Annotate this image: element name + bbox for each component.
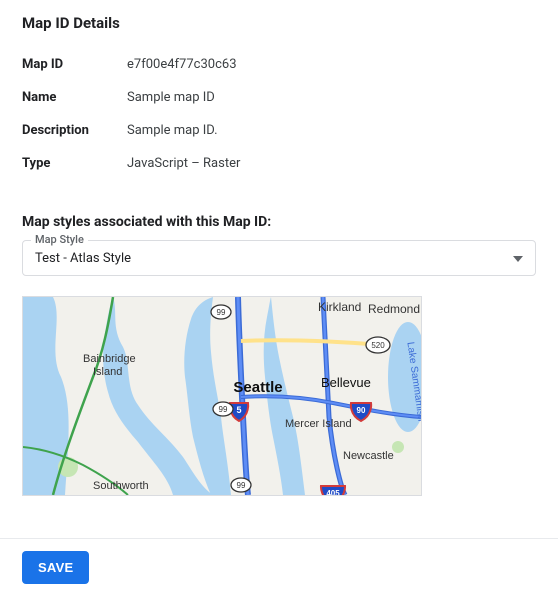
svg-text:520: 520 — [371, 341, 385, 350]
detail-value: JavaScript – Raster — [127, 147, 536, 180]
detail-label: Description — [22, 114, 127, 147]
detail-label: Map ID — [22, 48, 127, 81]
map-style-select[interactable]: Test - Atlas Style — [22, 240, 536, 276]
map-style-field-label: Map Style — [31, 233, 88, 246]
map-label-redmond: Redmond — [368, 302, 420, 316]
map-label-newcastle: Newcastle — [343, 450, 394, 462]
svg-text:99: 99 — [219, 405, 228, 414]
table-row: Map ID e7f00e4f77c30c63 — [22, 48, 536, 81]
svg-text:405: 405 — [326, 489, 340, 495]
svg-text:5: 5 — [236, 405, 241, 415]
shield-i405-icon: 405 — [321, 486, 345, 495]
footer-bar: SAVE — [0, 538, 558, 596]
map-style-selected-value: Test - Atlas Style — [35, 251, 131, 266]
map-label-kirkland: Kirkland — [318, 300, 361, 314]
map-preview: Seattle Bellevue Kirkland Redmond Mercer… — [22, 296, 422, 496]
detail-value: Sample map ID — [127, 81, 536, 114]
table-row: Name Sample map ID — [22, 81, 536, 114]
detail-value: Sample map ID. — [127, 114, 536, 147]
map-label-bainbridge-1: Bainbridge — [83, 353, 136, 365]
shield-sr520-icon: 520 — [366, 337, 390, 353]
map-label-bainbridge-2: Island — [93, 366, 122, 378]
save-button[interactable]: SAVE — [22, 551, 89, 584]
map-label-mercer: Mercer Island — [285, 418, 352, 430]
map-label-seattle: Seattle — [233, 379, 282, 396]
detail-value: e7f00e4f77c30c63 — [127, 48, 536, 81]
table-row: Description Sample map ID. — [22, 114, 536, 147]
shield-sr99-icon: 99 — [211, 305, 231, 319]
table-row: Type JavaScript – Raster — [22, 147, 536, 180]
details-table: Map ID e7f00e4f77c30c63 Name Sample map … — [22, 48, 536, 180]
svg-text:99: 99 — [217, 308, 226, 317]
styles-heading: Map styles associated with this Map ID: — [22, 214, 536, 230]
svg-text:90: 90 — [357, 406, 366, 415]
chevron-down-icon — [513, 251, 523, 266]
svg-text:99: 99 — [237, 481, 246, 490]
shield-sr99b-icon: 99 — [213, 402, 233, 416]
detail-label: Name — [22, 81, 127, 114]
shield-sr99c-icon: 99 — [231, 478, 251, 492]
page-title: Map ID Details — [22, 14, 536, 32]
map-label-southworth: Southworth — [93, 480, 149, 492]
detail-label: Type — [22, 147, 127, 180]
map-label-bellevue: Bellevue — [321, 375, 371, 390]
